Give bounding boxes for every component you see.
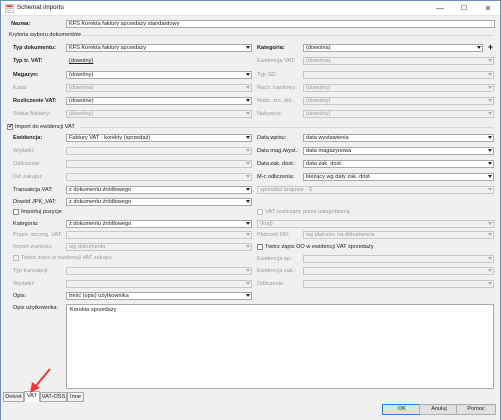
deduction-label: Odliczenie:: [13, 161, 41, 167]
create-oo-entry-checkbox[interactable]: [257, 244, 263, 250]
description-select[interactable]: treść (opis) użytkownika: [66, 292, 252, 300]
name-field[interactable]: KFS Korekta faktury sprzedaży standardow…: [66, 20, 495, 28]
red-arrow-annotation: [30, 368, 51, 393]
ok-button[interactable]: OK: [382, 404, 422, 415]
window-title: Schemat importu: [17, 4, 64, 11]
sale-type-select[interactable]: sprzedaż krajowa - S: [257, 186, 494, 194]
expenses2-label: Wydatki:: [13, 281, 35, 287]
register-label: Ewidencja:: [13, 135, 43, 141]
description-label: Opis:: [13, 293, 27, 299]
entry-date-select[interactable]: data wystawienia: [303, 134, 494, 142]
deduction2-label: Odliczenie:: [257, 281, 285, 287]
fiscal-status-label: Status fiskalny:: [13, 111, 51, 117]
transaction-type-label: Typ transakcji:: [13, 268, 49, 274]
payment-rr-label: Płatność RR:: [257, 232, 290, 238]
vat-register-select[interactable]: (dowolna): [303, 57, 494, 65]
tab-dekret[interactable]: Dekret: [3, 392, 24, 402]
vat-transaction-type-link[interactable]: (dowolny): [66, 57, 252, 65]
sd-type-label: Typ ŚD:: [257, 72, 277, 78]
category-label: Kategoria:: [257, 45, 285, 51]
payment-rr-select[interactable]: wg platnosc na dokumencie: [303, 231, 494, 239]
document-type-label: Typ dokumentu:: [13, 45, 57, 51]
purchase-purpose-label: Cel zakupu:: [13, 174, 43, 180]
purchase-register-select[interactable]: [303, 267, 494, 275]
warehouse-select[interactable]: (dowolny): [66, 71, 252, 79]
import-items-label: Importuj pozycje: [21, 209, 62, 215]
vat-transaction-select[interactable]: z dokumentu źródłowego: [66, 186, 252, 194]
purchase-purpose-select[interactable]: [66, 173, 252, 181]
fiscal-status-select[interactable]: (dowolny): [66, 110, 252, 118]
minimize-button[interactable]: —: [429, 1, 451, 15]
import-values-select[interactable]: wg dokumentu: [66, 243, 252, 251]
sd-type-select[interactable]: [303, 71, 494, 79]
title-bar: Schemat importu — ☐ ✕: [1, 1, 500, 16]
document-type-select[interactable]: KFS Korekta faktury sprzedaży: [66, 44, 252, 52]
user-description-textarea[interactable]: Korekta sprzedaży: [66, 304, 494, 389]
reverse-charge-checkbox[interactable]: [257, 209, 263, 215]
vat-settlement-label: Rozliczenie VAT:: [13, 98, 57, 104]
delivery-type-label: Rodz. zrc. del.:: [257, 98, 295, 104]
delivery-date-select[interactable]: data zak. dost.: [303, 160, 494, 168]
buyer-select[interactable]: (dowolny): [303, 110, 494, 118]
expenses-label: Wydatki:: [13, 148, 35, 154]
warehouse-date-label: Data mag./wyst.:: [257, 148, 299, 154]
tab-inne[interactable]: Inne: [67, 392, 84, 402]
op-register-label: Ewidencja op.:: [257, 256, 294, 262]
delivery-date-label: Data zak. dost.:: [257, 161, 296, 167]
entry-date-label: Data wpisu:: [257, 135, 287, 141]
purchase-register-label: Ewidencja zak.:: [257, 268, 296, 274]
warehouse-label: Magazyn:: [13, 72, 39, 78]
category-select[interactable]: (dowolna): [303, 44, 483, 52]
cash-register-label: Kasa:: [13, 85, 28, 91]
vat-transaction-label: Transakcja VAT:: [13, 187, 53, 193]
criteria-divider: [80, 35, 494, 36]
vat-details-label: Przen. szczeg. VAT:: [13, 232, 63, 238]
delivery-type-select[interactable]: (dowolny): [303, 97, 494, 105]
vat-transaction-type-label: Typ tr. VAT:: [13, 58, 43, 64]
bank-account-label: Rach. bankowy:: [257, 85, 297, 91]
import-vat-label: Import do ewidencji VAT: [15, 124, 75, 130]
bank-account-select[interactable]: (dowolny): [303, 84, 494, 92]
deduction-month-select[interactable]: bieżący wg daty zak. dost.: [303, 173, 494, 181]
cash-register-select[interactable]: (dowolna): [66, 84, 252, 92]
deduction2-select[interactable]: [303, 280, 494, 288]
criteria-header: Kryteria wyboru dokumentów: [9, 32, 82, 38]
import-schema-window: Schemat importu — ☐ ✕ Nazwa: KFS Korekta…: [0, 0, 501, 420]
maximize-button[interactable]: ☐: [453, 1, 475, 15]
category2-select[interactable]: z dokumentu źródłowego: [66, 220, 252, 228]
vat-settlement-select[interactable]: (dowolne): [66, 97, 252, 105]
import-items-checkbox[interactable]: [13, 209, 19, 215]
name-label: Nazwa:: [11, 21, 31, 27]
form-icon: [5, 4, 14, 13]
import-vat-checkbox[interactable]: [7, 123, 13, 130]
reverse-charge-label: VAT rozliczany przez usługobiorcę: [265, 209, 350, 215]
warehouse-date-select[interactable]: data magazynowa: [303, 147, 494, 155]
deduction-month-label: M-c odliczenia:: [257, 174, 295, 180]
transaction-type-select[interactable]: [66, 267, 252, 275]
deduction-select[interactable]: [66, 160, 252, 168]
country-select[interactable]: (kraj): [257, 220, 494, 228]
create-oo-entry-label: Twórz zapis OO w ewidencji VAT sprzedaży: [265, 244, 374, 250]
create-purchase-entry-label: Twórz zapis w ewidencji VAT zakupu: [21, 255, 112, 261]
vat-register-label: Ewidencja VAT:: [257, 58, 296, 64]
register-select[interactable]: Faktury VAT - korekty (sprzedaż): [66, 134, 252, 142]
buyer-label: Nabywca:: [257, 111, 282, 117]
expenses-select[interactable]: [66, 147, 252, 155]
expenses2-select[interactable]: [66, 280, 252, 288]
cancel-button[interactable]: Anuluj: [419, 404, 459, 415]
category2-label: Kategoria:: [13, 221, 39, 227]
plus-icon[interactable]: +: [486, 43, 495, 52]
jpk-proof-select[interactable]: z dokumentu źródłowego: [66, 198, 252, 206]
jpk-proof-label: Dowód JPK_VAT:: [13, 199, 57, 205]
create-purchase-entry-checkbox[interactable]: [13, 255, 19, 261]
close-button[interactable]: ✕: [477, 1, 499, 15]
help-button[interactable]: Pomoc: [456, 404, 496, 415]
vat-details-select[interactable]: [66, 231, 252, 239]
op-register-select[interactable]: [303, 255, 494, 263]
user-description-label: Opis użytkownika:: [13, 305, 59, 311]
import-vat-divider: [80, 127, 494, 128]
import-values-label: Import wartości:: [13, 244, 53, 250]
